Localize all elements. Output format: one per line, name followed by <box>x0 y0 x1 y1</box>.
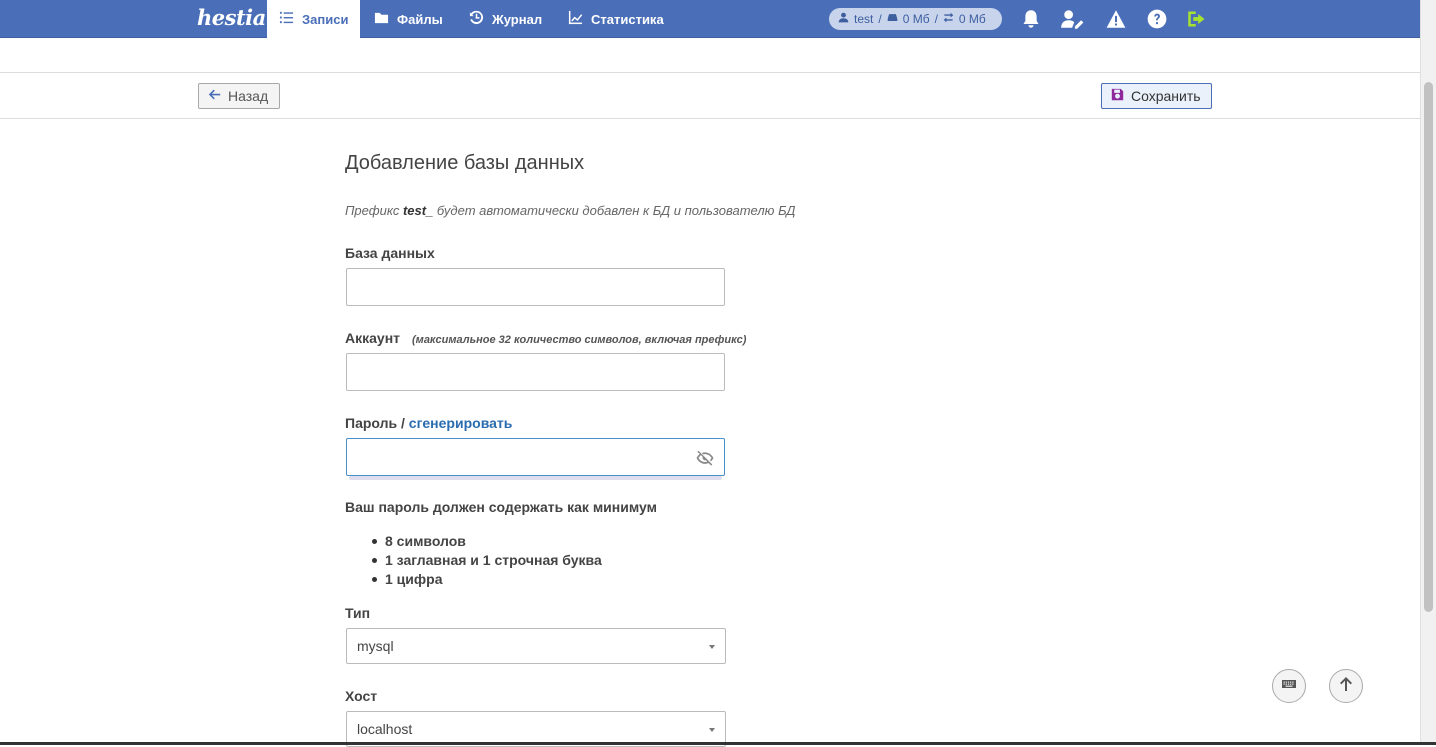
scrollbar-thumb[interactable] <box>1424 82 1433 612</box>
type-select[interactable]: mysql <box>346 628 726 664</box>
password-label-row: Пароль / сгенерировать <box>345 415 512 431</box>
prefix-value: test_ <box>402 203 434 218</box>
caret-down-icon <box>709 645 715 649</box>
nav-item-label: Файлы <box>397 11 443 27</box>
list-icon <box>279 10 294 28</box>
nav-item-label: Записи <box>302 11 349 27</box>
host-label: Хост <box>345 688 378 704</box>
disk-icon <box>887 12 898 26</box>
chart-line-icon <box>568 10 583 28</box>
hint-text: будет автоматически добавлен к БД и поль… <box>433 203 796 218</box>
database-label: База данных <box>345 245 435 261</box>
nav-item-statistics[interactable]: Статистика <box>556 0 676 38</box>
account-length-note: (максимальное 32 количество символов, вк… <box>412 334 747 346</box>
folder-icon <box>374 10 389 28</box>
keyboard-shortcuts-button[interactable] <box>1272 669 1306 703</box>
disk-usage: 0 Мб <box>902 12 930 26</box>
user-edit-icon[interactable] <box>1061 9 1085 29</box>
keyboard-icon <box>1281 676 1297 697</box>
list-item: 1 цифра <box>372 570 602 589</box>
password-input[interactable] <box>346 438 725 476</box>
nav-item-records[interactable]: Записи <box>267 0 361 38</box>
top-navbar: hestia Записи Файлы Журнал Статистика te… <box>0 0 1420 38</box>
page-scrollbar[interactable] <box>1420 0 1436 745</box>
nav-item-log[interactable]: Журнал <box>457 0 554 38</box>
floppy-disk-icon <box>1111 88 1124 104</box>
eye-slash-icon[interactable] <box>696 449 714 467</box>
prefix-hint: Префикс test_ будет автоматически добавл… <box>345 203 795 218</box>
history-icon <box>469 10 484 28</box>
page-title: Добавление базы данных <box>345 152 585 174</box>
generate-password-link[interactable]: сгенерировать <box>409 415 513 431</box>
separator: / <box>878 12 882 26</box>
user-icon <box>838 12 849 26</box>
warning-icon[interactable] <box>1106 9 1126 29</box>
type-select-value: mysql <box>357 638 394 654</box>
type-label: Тип <box>345 605 371 621</box>
nav-item-label: Журнал <box>492 11 543 27</box>
password-label: Пароль / <box>345 415 409 431</box>
list-item: 8 символов <box>372 532 602 551</box>
back-button-label: Назад <box>228 88 269 104</box>
password-strength-meter <box>349 476 722 480</box>
bell-icon[interactable] <box>1021 9 1041 29</box>
nav-item-label: Статистика <box>591 11 664 27</box>
database-input[interactable] <box>346 268 725 306</box>
action-toolbar: Назад Сохранить <box>0 72 1420 119</box>
user-name: test <box>854 12 874 26</box>
hint-text: Префикс <box>345 203 403 218</box>
hestia-logo[interactable]: hestia <box>197 3 266 33</box>
bandwidth-usage: 0 Мб <box>958 12 986 26</box>
list-item: 1 заглавная и 1 строчная буква <box>372 552 602 568</box>
save-button-label: Сохранить <box>1131 88 1201 104</box>
user-status-pill[interactable]: test / 0 Мб / 0 Мб <box>829 8 1002 30</box>
account-label-row: Аккаунт (максимальное 32 количество симво… <box>345 330 746 346</box>
account-label: Аккаунт <box>345 330 401 346</box>
host-select-value: localhost <box>357 721 413 737</box>
separator: / <box>934 12 938 26</box>
scroll-to-top-button[interactable] <box>1329 669 1363 703</box>
nav-item-files[interactable]: Файлы <box>362 0 455 38</box>
arrow-left-icon <box>208 88 221 104</box>
save-button[interactable]: Сохранить <box>1101 83 1212 109</box>
caret-down-icon <box>709 728 715 732</box>
account-input[interactable] <box>346 353 725 391</box>
help-icon[interactable] <box>1147 9 1167 29</box>
arrow-up-icon <box>1338 676 1354 697</box>
password-requirements-title: Ваш пароль должен содержать как минимум <box>345 499 657 515</box>
transfer-icon <box>943 12 954 26</box>
back-button[interactable]: Назад <box>198 83 280 109</box>
logout-icon[interactable] <box>1187 9 1207 29</box>
password-requirements-list: 8 символов 1 заглавная и 1 строчная букв… <box>372 532 602 589</box>
